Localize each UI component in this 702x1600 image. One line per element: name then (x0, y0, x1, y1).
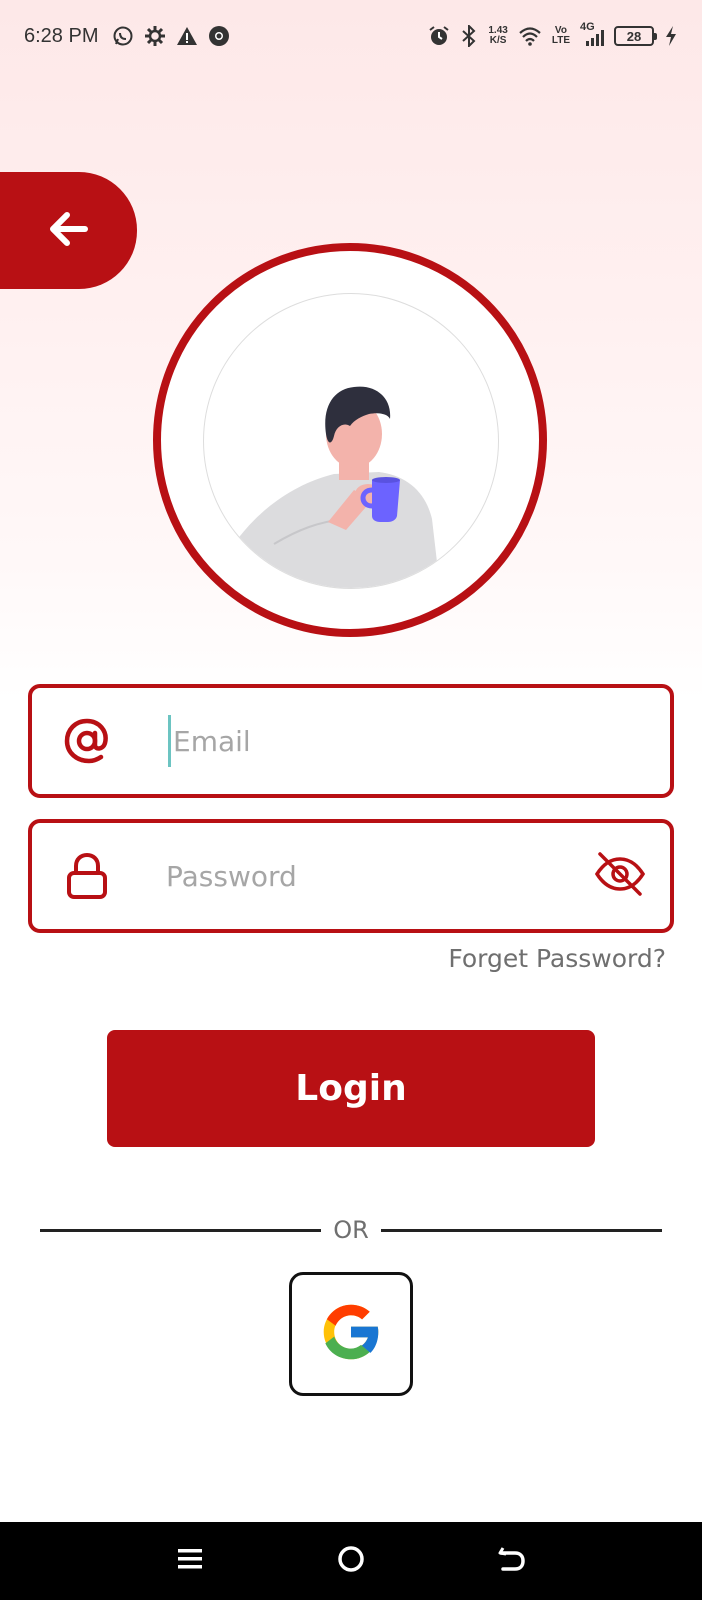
text-caret (168, 715, 171, 767)
forget-password-link[interactable]: Forget Password? (448, 944, 666, 973)
password-input[interactable] (166, 846, 570, 906)
nav-home-button[interactable] (321, 1531, 381, 1591)
password-field[interactable] (28, 819, 674, 933)
menu-icon (176, 1545, 204, 1577)
email-input[interactable] (173, 711, 670, 771)
battery-level: 28 (626, 28, 642, 44)
alarm-icon (428, 25, 450, 47)
net-speed: 1.43 K/S (488, 25, 508, 46)
google-icon (315, 1296, 387, 1372)
divider-line-right (380, 1228, 663, 1232)
status-right: 1.43 K/S Vo LTE 4G 28 (428, 21, 678, 47)
back-button[interactable] (0, 172, 137, 289)
email-field[interactable] (28, 684, 674, 798)
back-icon (497, 1544, 527, 1578)
status-bar: 6:28 PM 1.43 K/S Vo LTE 4G 28 (0, 0, 702, 72)
home-icon (336, 1544, 366, 1578)
login-button[interactable]: Login (107, 1030, 595, 1147)
settings-icon (144, 25, 166, 47)
volte-indicator: Vo LTE (551, 25, 570, 46)
or-label: OR (333, 1216, 369, 1244)
toggle-password-visibility-button[interactable] (570, 823, 670, 929)
or-divider: OR (40, 1210, 663, 1250)
network-type: 4G (580, 21, 595, 33)
lock-icon (32, 823, 142, 929)
eye-slash-icon (594, 851, 646, 901)
whatsapp-icon (112, 25, 134, 47)
battery-icon: 28 (614, 26, 657, 46)
avatar (153, 243, 547, 637)
status-time: 6:28 PM (24, 24, 99, 47)
chrome-icon (208, 25, 230, 47)
google-sign-in-button[interactable] (289, 1272, 413, 1396)
at-sign-icon (32, 688, 142, 794)
bluetooth-icon (460, 25, 478, 47)
charging-icon (664, 25, 678, 47)
warning-icon (176, 25, 198, 47)
wifi-icon (518, 26, 542, 46)
nav-back-button[interactable] (482, 1531, 542, 1591)
nav-menu-button[interactable] (160, 1531, 220, 1591)
signal-icon: 4G (580, 21, 604, 47)
status-left: 6:28 PM (24, 25, 230, 48)
arrow-left-icon (49, 211, 89, 251)
avatar-illustration (203, 293, 499, 589)
divider-line-left (40, 1228, 322, 1232)
system-nav-bar (0, 1522, 702, 1600)
